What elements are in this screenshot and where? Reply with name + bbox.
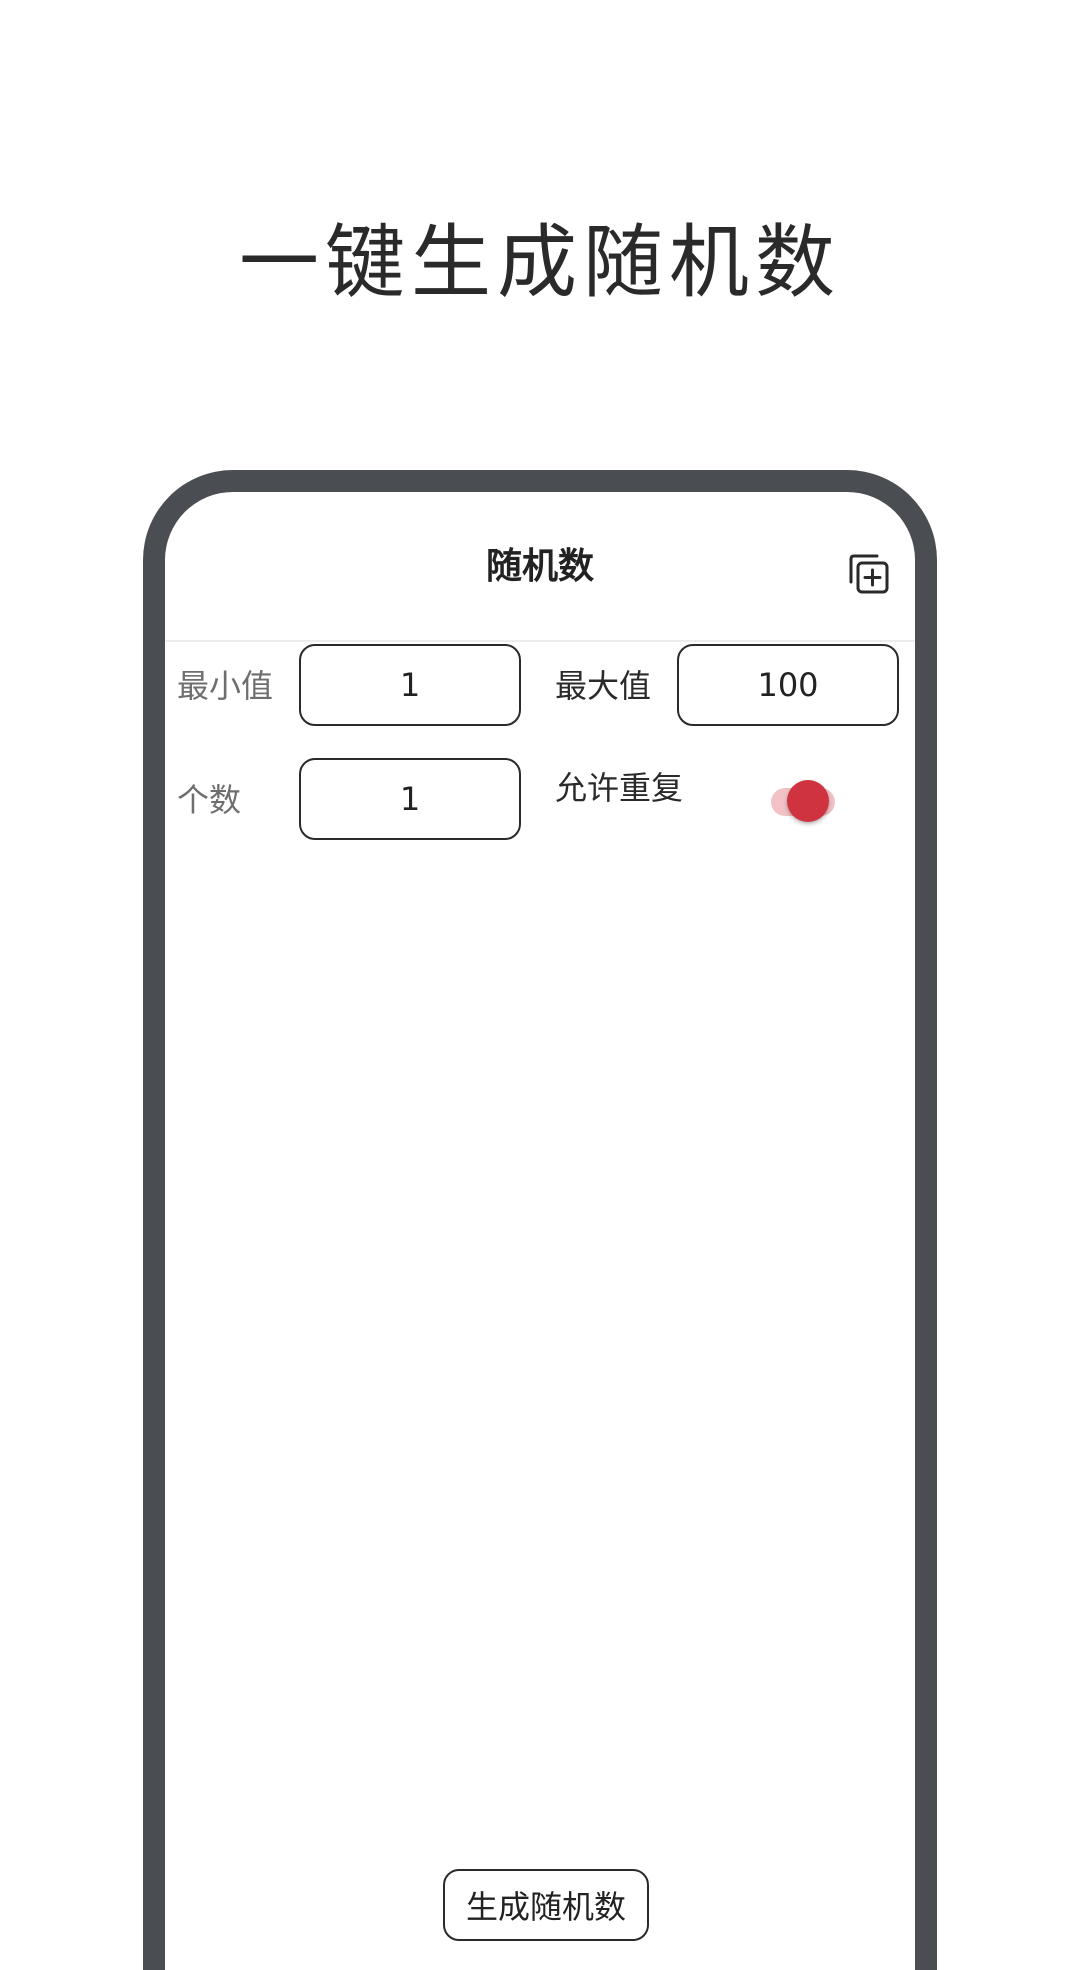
allow-repeat-toggle-thumb[interactable]: [787, 780, 829, 822]
app-screen: 随机数 最小值 最大值 个数 允许重复 生成随机数: [165, 492, 915, 1970]
min-value-label: 最小值: [177, 667, 274, 705]
max-value-input[interactable]: [677, 644, 899, 726]
max-value-label: 最大值: [555, 667, 652, 705]
app-header: 随机数: [165, 492, 915, 642]
generate-button[interactable]: 生成随机数: [443, 1869, 649, 1941]
promo-title: 一键生成随机数: [239, 216, 841, 309]
add-copy-icon: [849, 554, 889, 594]
count-input[interactable]: [299, 758, 521, 840]
phone-frame: 随机数 最小值 最大值 个数 允许重复 生成随机数: [143, 470, 937, 1970]
add-copy-button[interactable]: [847, 552, 891, 596]
app-title: 随机数: [485, 546, 594, 587]
min-value-input[interactable]: [299, 644, 521, 726]
count-label: 个数: [177, 781, 242, 819]
allow-repeat-label: 允许重复: [555, 769, 684, 807]
